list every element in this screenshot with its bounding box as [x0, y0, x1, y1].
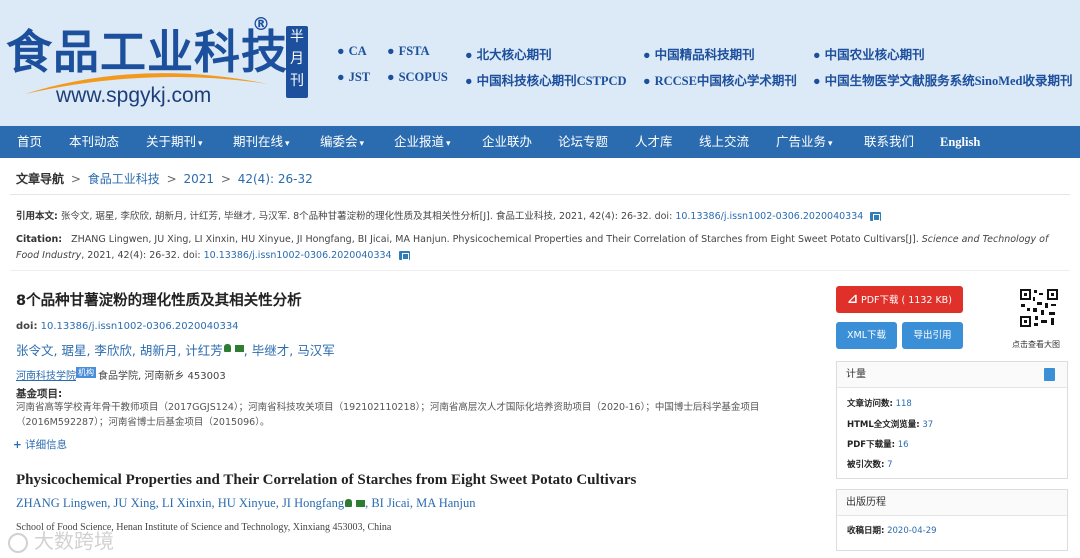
chevron-down-icon: ▾: [359, 139, 365, 149]
pdf-download-button[interactable]: ⊿ PDF下载 ( 1132 KB): [836, 286, 963, 313]
metrics-panel: 计量 文章访问数: 118 HTML全文浏览量: 37 PDF下载量: 16 被…: [836, 361, 1068, 479]
affiliation-zh: 河南科技学院 机构 食品学院, 河南新乡 453003: [16, 367, 226, 382]
affiliation-link[interactable]: 河南科技学院: [16, 371, 76, 382]
export-citation-button[interactable]: 导出引用: [902, 322, 963, 349]
half-month-badge: 半月刊: [286, 26, 308, 98]
article-title-zh: 8个品种甘薯淀粉的理化性质及其相关性分析: [16, 293, 302, 309]
citation-doi-link[interactable]: 10.13386/j.issn1002-0306.2020040334: [204, 250, 392, 261]
metric-row: PDF下载量: 16: [847, 440, 909, 450]
watermark-logo-icon: [8, 532, 28, 553]
tag-item: ● SCOPUS: [387, 70, 448, 84]
metrics-header: 计量: [837, 362, 1067, 388]
nav-news[interactable]: 本刊动态: [69, 126, 119, 158]
mail-icon[interactable]: [356, 500, 366, 507]
nav-talent[interactable]: 人才库: [635, 126, 673, 158]
nav-enterprise-partners[interactable]: 企业联办: [482, 126, 532, 158]
breadcrumb-label: 文章导航: [16, 172, 65, 186]
site-header: 食品工业科技 ® www.spgykj.com 半月刊 ● CA ● FSTA ● 北…: [0, 0, 1080, 126]
citation-zh: 引用本文: 张令文, 琚星, 李欣欣, 胡新月, 计红芳, 毕继才, 马汉军. …: [16, 209, 882, 225]
watermark: 大数跨境: [8, 525, 148, 555]
divider: [10, 194, 1070, 195]
plus-icon: +: [13, 439, 22, 451]
institution-badge[interactable]: 机构: [76, 367, 96, 378]
breadcrumb-issue[interactable]: 42(4): 26-32: [238, 172, 313, 186]
nav-advertising[interactable]: 广告业务 ▾: [776, 126, 833, 158]
nav-home[interactable]: 首页: [17, 126, 42, 158]
metric-row: 文章访问数: 118: [847, 399, 912, 409]
xml-download-button[interactable]: XML下载: [836, 322, 897, 349]
received-date: 收稿日期: 2020-04-29: [847, 526, 937, 536]
history-panel: 出版历程 收稿日期: 2020-04-29: [836, 489, 1068, 551]
logo-url: www.spgykj.com: [56, 84, 212, 107]
registered-mark: ®: [252, 14, 270, 35]
tag-item: ● 中国精品科技期刊: [643, 48, 755, 62]
breadcrumb-year[interactable]: 2021: [183, 172, 214, 186]
qr-code-icon[interactable]: [1019, 288, 1059, 328]
divider: [10, 270, 1070, 271]
person-icon: [223, 344, 231, 352]
history-header: 出版历程: [837, 490, 1067, 516]
mail-icon[interactable]: [234, 345, 244, 352]
nav-online-exchange[interactable]: 线上交流: [699, 126, 749, 158]
breadcrumb-journal[interactable]: 食品工业科技: [88, 172, 160, 186]
authors-zh[interactable]: 张令文, 琚星, 李欣欣, 胡新月, 计红芳, 毕继才, 马汉军: [16, 340, 335, 359]
metric-row: HTML全文浏览量: 37: [847, 420, 934, 430]
nav-editorial-board[interactable]: 编委会 ▾: [320, 126, 364, 158]
qr-caption[interactable]: 点击查看大图: [1012, 339, 1060, 350]
metric-row: 被引次数: 7: [847, 460, 893, 470]
authors-en[interactable]: ZHANG Lingwen, JU Xing, LI Xinxin, HU Xi…: [16, 496, 476, 511]
main-nav: 首页 本刊动态 关于期刊 ▾ 期刊在线 ▾ 编委会 ▾ 企业报道 ▾ 企业联办 论坛专题…: [0, 126, 1080, 158]
fund-label: 基金项目:: [16, 388, 63, 400]
doi-link[interactable]: 10.13386/j.issn1002-0306.2020040334: [41, 321, 239, 332]
citation-en: Citation: ZHANG Lingwen, JU Xing, LI Xin…: [16, 234, 1049, 261]
copy-icon[interactable]: [398, 251, 410, 260]
tag-item: ● 中国生物医学文献服务系统SinoMed收录期刊: [813, 74, 1073, 88]
nav-issues[interactable]: 期刊在线 ▾: [233, 126, 290, 158]
article-doi: doi: 10.13386/j.issn1002-0306.2020040334: [16, 321, 239, 332]
copy-icon[interactable]: [870, 212, 882, 221]
nav-about[interactable]: 关于期刊 ▾: [146, 126, 203, 158]
person-icon: [345, 499, 353, 507]
nav-enterprise-reports[interactable]: 企业报道 ▾: [394, 126, 451, 158]
tag-item: ● 中国农业核心期刊: [813, 48, 925, 62]
pdf-icon: ⊿: [847, 292, 858, 307]
chevron-down-icon: ▾: [828, 139, 833, 149]
nav-forum[interactable]: 论坛专题: [558, 126, 608, 158]
document-icon[interactable]: [1044, 368, 1055, 381]
nav-english[interactable]: English: [940, 126, 980, 158]
article-title-en: Physicochemical Properties and Their Cor…: [16, 472, 637, 488]
journal-logo[interactable]: 食品工业科技 ® www.spgykj.com: [6, 14, 287, 114]
details-toggle[interactable]: + 详细信息: [13, 437, 67, 452]
chevron-down-icon: ▾: [446, 139, 451, 149]
tag-item: ● JST: [337, 70, 371, 84]
chevron-down-icon: ▾: [198, 139, 203, 149]
fund-text: 河南省高等学校青年骨干教师项目（2017GGJS124）；河南省科技攻关项目（1…: [16, 402, 760, 428]
tag-item: ● 中国科技核心期刊CSTPCD: [465, 74, 627, 88]
nav-contact[interactable]: 联系我们: [864, 126, 914, 158]
tag-item: ● RCCSE中国核心学术期刊: [643, 74, 797, 88]
tag-item: ● CA: [337, 44, 367, 58]
citation-doi-link[interactable]: 10.13386/j.issn1002-0306.2020040334: [675, 211, 863, 222]
breadcrumb: 文章导航 > 食品工业科技 > 2021 > 42(4): 26-32: [16, 172, 313, 186]
tag-item: ● 北大核心期刊: [465, 48, 552, 62]
chevron-down-icon: ▾: [285, 139, 290, 149]
tag-item: ● FSTA: [387, 44, 430, 58]
